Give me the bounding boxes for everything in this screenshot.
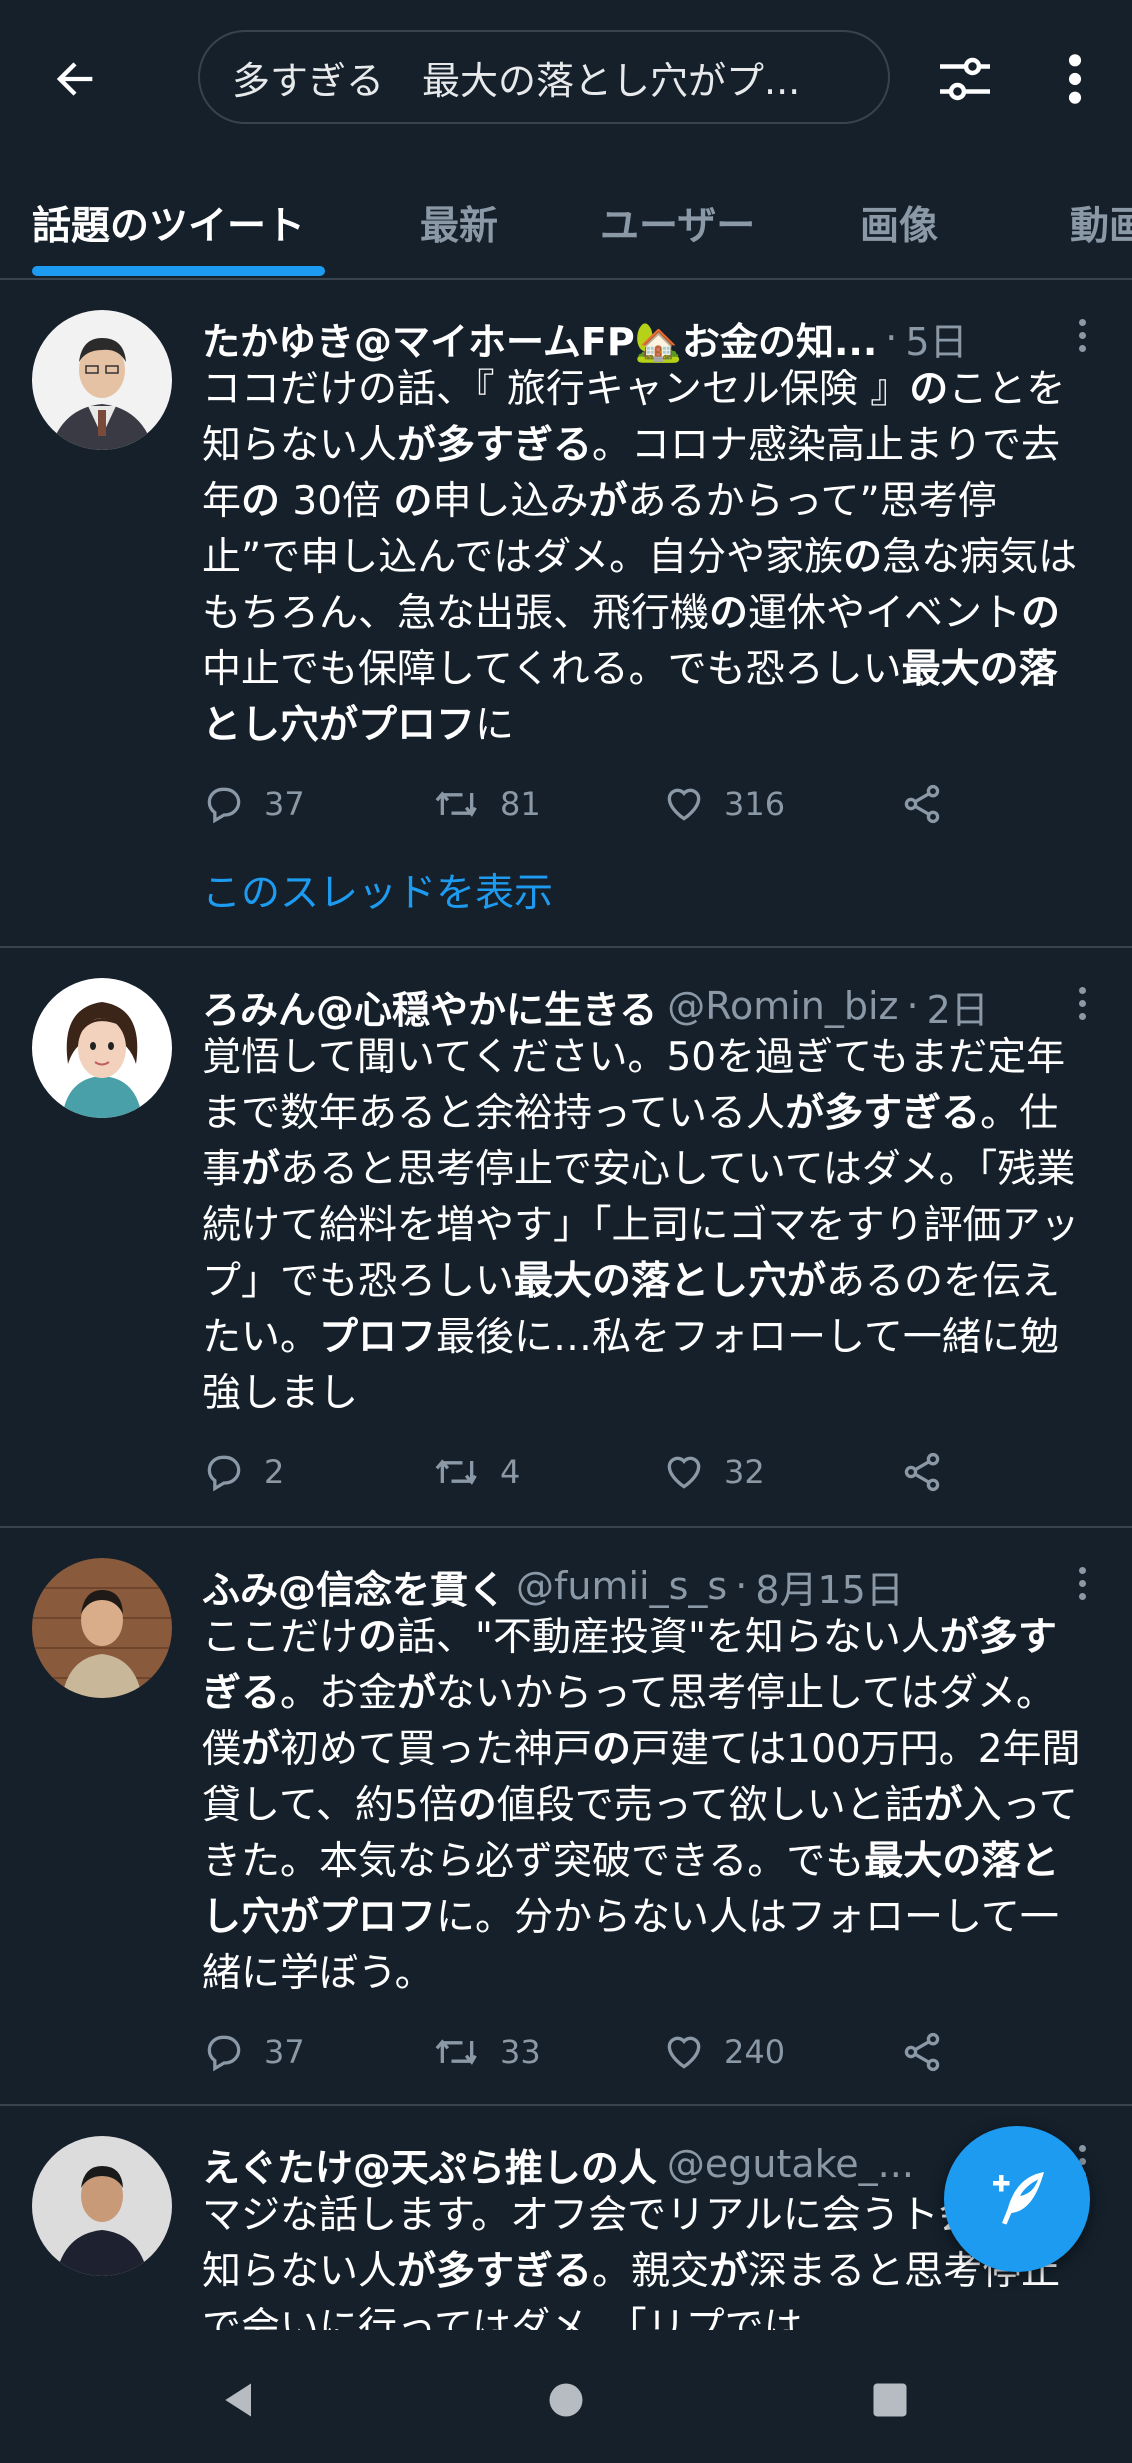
- reply-count: 37: [264, 785, 305, 823]
- timestamp[interactable]: 2日: [927, 979, 989, 1034]
- tweet-header: えぐたけ@天ぷら推しの人 @egutake_...: [202, 2134, 942, 2194]
- reply-icon: [207, 2035, 241, 2072]
- nav-home-button[interactable]: [526, 2360, 606, 2440]
- reply-button[interactable]: 37: [202, 2022, 305, 2082]
- tweet-menu-button[interactable]: [1062, 978, 1102, 1028]
- tweet-header: たかゆき@マイホームFP🏡お金の知... · 5日: [202, 308, 1062, 368]
- compose-feather-icon: [993, 2172, 1044, 2225]
- display-name[interactable]: えぐたけ@天ぷら推しの人: [202, 2137, 657, 2192]
- avatar[interactable]: [32, 2136, 172, 2276]
- tweet-menu-button[interactable]: [1062, 310, 1102, 360]
- like-button[interactable]: 32: [662, 1442, 765, 1502]
- reply-icon: [207, 1455, 241, 1492]
- share-icon: [904, 1452, 940, 1492]
- separator-dot: ·: [906, 984, 919, 1028]
- reply-button[interactable]: 37: [202, 774, 305, 834]
- search-tabs: 話題のツイート 最新 ユーザー 画像 動画: [0, 170, 1132, 280]
- nav-recents-button[interactable]: [850, 2360, 930, 2440]
- user-handle[interactable]: @fumii_s_s: [516, 1564, 727, 1608]
- share-icon: [904, 2032, 940, 2072]
- tab-latest[interactable]: 最新: [420, 170, 498, 276]
- tweet-header: ふみ@信念を貫く @fumii_s_s · 8月15日: [202, 1556, 1062, 1616]
- separator-dot: ·: [885, 316, 898, 360]
- user-handle[interactable]: @Romin_biz: [667, 984, 898, 1028]
- tweet-menu-button[interactable]: [1062, 1558, 1102, 1608]
- overflow-menu-button[interactable]: [1040, 44, 1110, 114]
- like-count: 32: [724, 1453, 765, 1491]
- active-tab-indicator: [32, 266, 325, 276]
- avatar[interactable]: [32, 1558, 172, 1698]
- display-name[interactable]: たかゆき@マイホームFP🏡お金の知...: [202, 311, 877, 366]
- retweet-icon: [435, 1459, 477, 1485]
- reply-icon: [207, 787, 241, 824]
- share-button[interactable]: [900, 1442, 944, 1502]
- retweet-button[interactable]: 4: [432, 1442, 520, 1502]
- reply-button[interactable]: 2: [202, 1442, 284, 1502]
- tweet[interactable]: ろみん@心穏やかに生きる @Romin_biz · 2日 覚悟して聞いてください…: [0, 948, 1132, 1528]
- back-triangle-icon: [225, 2383, 251, 2417]
- timestamp[interactable]: 5日: [905, 311, 967, 366]
- search-filter-button[interactable]: [930, 44, 1000, 114]
- tweet-actions: 37 81 316: [202, 774, 962, 834]
- retweet-button[interactable]: 33: [432, 2022, 541, 2082]
- timestamp[interactable]: 8月15日: [755, 1559, 904, 1614]
- tweet-header: ろみん@心穏やかに生きる @Romin_biz · 2日: [202, 976, 1062, 1036]
- filter-sliders-icon: [940, 57, 990, 101]
- display-name[interactable]: ろみん@心穏やかに生きる: [202, 979, 657, 1034]
- tab-people[interactable]: ユーザー: [600, 170, 755, 276]
- compose-tweet-button[interactable]: [944, 2126, 1090, 2272]
- tab-top[interactable]: 話題のツイート: [32, 170, 305, 276]
- retweet-count: 4: [500, 1453, 521, 1491]
- tweet-text: ココだけの話、『 旅行キャンセル保険 』のことを知らない人が多すぎる。コロナ感染…: [202, 367, 1078, 748]
- tab-videos[interactable]: 動画: [1070, 170, 1132, 276]
- nav-back-button[interactable]: [200, 2360, 280, 2440]
- avatar[interactable]: [32, 310, 172, 450]
- share-button[interactable]: [900, 774, 944, 834]
- retweet-count: 33: [500, 2033, 541, 2071]
- recents-square-icon: [873, 2383, 907, 2417]
- display-name[interactable]: ふみ@信念を貫く: [202, 1559, 506, 1614]
- reply-count: 37: [264, 2033, 305, 2071]
- tweet-text: ここだけの話、"不動産投資"を知らない人が多すぎる。お金がないからって思考停止し…: [202, 1615, 1081, 1996]
- retweet-icon: [435, 2039, 477, 2065]
- heart-icon: [667, 788, 701, 821]
- tweet-text: 覚悟して聞いてください。50を過ぎてもまだ定年まで数年あると余裕持っている人が多…: [202, 1035, 1080, 1416]
- show-thread-link[interactable]: このスレッドを表示: [202, 862, 553, 918]
- tweet[interactable]: たかゆき@マイホームFP🏡お金の知... · 5日 ココだけの話、『 旅行キャン…: [0, 280, 1132, 948]
- retweet-icon: [435, 791, 477, 817]
- system-navigation-bar: [0, 2330, 1132, 2463]
- retweet-count: 81: [500, 785, 541, 823]
- back-button[interactable]: [40, 44, 110, 114]
- reply-count: 2: [264, 1453, 285, 1491]
- heart-icon: [667, 2036, 701, 2069]
- share-icon: [904, 784, 940, 824]
- avatar[interactable]: [32, 978, 172, 1118]
- heart-icon: [667, 1456, 701, 1489]
- separator-dot: ·: [735, 1564, 748, 1608]
- back-arrow-icon: [56, 62, 93, 96]
- tweet-actions: 37 33 240: [202, 2022, 962, 2082]
- share-button[interactable]: [900, 2022, 944, 2082]
- tweet-actions: 2 4 32: [202, 1442, 962, 1502]
- user-handle[interactable]: @egutake_...: [667, 2142, 914, 2186]
- like-count: 316: [724, 785, 786, 823]
- retweet-button[interactable]: 81: [432, 774, 541, 834]
- top-app-bar: 多すぎる 最大の落とし穴がプ...: [0, 0, 1132, 160]
- tab-photos[interactable]: 画像: [860, 170, 938, 276]
- tweet[interactable]: ふみ@信念を貫く @fumii_s_s · 8月15日 ここだけの話、"不動産投…: [0, 1528, 1132, 2106]
- search-input[interactable]: 多すぎる 最大の落とし穴がプ...: [198, 30, 890, 124]
- like-count: 240: [724, 2033, 786, 2071]
- home-circle-icon: [549, 2383, 583, 2417]
- like-button[interactable]: 240: [662, 2022, 785, 2082]
- more-vertical-icon: [1068, 54, 1082, 104]
- like-button[interactable]: 316: [662, 774, 785, 834]
